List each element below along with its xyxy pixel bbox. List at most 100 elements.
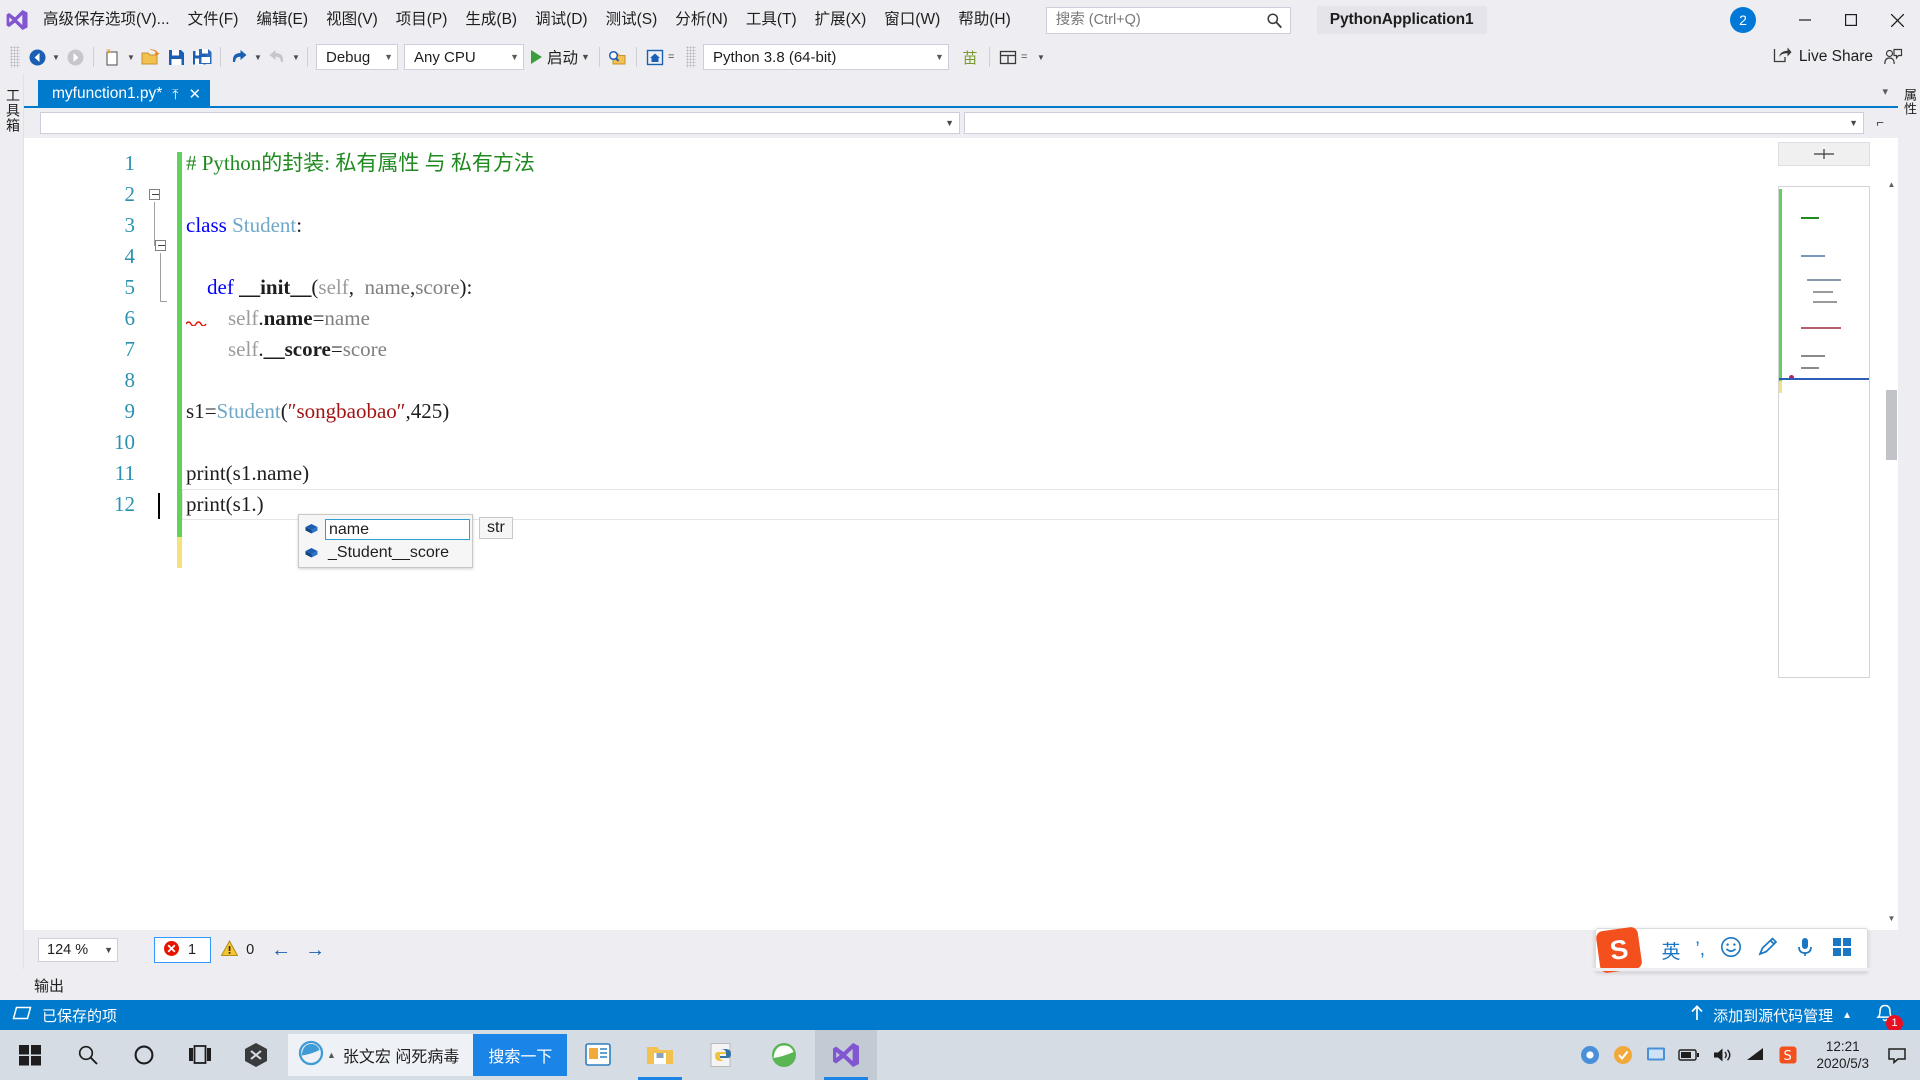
minimap-header[interactable]: [1778, 142, 1870, 166]
solution-platform-combo[interactable]: Any CPU ▼: [404, 44, 524, 70]
close-button[interactable]: [1874, 0, 1920, 40]
tray-network-icon[interactable]: [1740, 1030, 1770, 1080]
emoji-icon[interactable]: [1720, 936, 1742, 964]
sogou-ime-toolbar[interactable]: S 英 ’,: [1595, 926, 1868, 974]
python-interactive-button[interactable]: 苗: [958, 43, 984, 71]
news-headline[interactable]: 张文宏 闷死病毒: [339, 1043, 473, 1067]
search-input[interactable]: [1046, 7, 1252, 33]
editor-vertical-scrollbar[interactable]: ▲ ▼: [1885, 142, 1898, 930]
navigate-backward-dropdown-icon[interactable]: ▼: [50, 53, 62, 62]
taskbar-clock[interactable]: 12:21 2020/5/3: [1806, 1038, 1879, 1072]
menu-item-build[interactable]: 生成(B): [456, 0, 526, 40]
feedback-button[interactable]: [1880, 43, 1906, 71]
scrollbar-thumb[interactable]: [1886, 390, 1897, 460]
output-splitter[interactable]: [24, 968, 1898, 971]
tray-update-icon[interactable]: [1608, 1030, 1638, 1080]
scroll-down-icon[interactable]: ▼: [1885, 910, 1898, 926]
task-view-icon[interactable]: [172, 1030, 228, 1080]
save-button[interactable]: [163, 43, 189, 71]
news-search-button[interactable]: 搜索一下: [473, 1034, 568, 1076]
code-line[interactable]: [186, 365, 1898, 396]
python-environment-combo[interactable]: Python 3.8 (64-bit) ▼: [702, 44, 949, 70]
navigate-backward-button[interactable]: [24, 43, 50, 71]
home-button[interactable]: [642, 43, 668, 71]
intellisense-item[interactable]: _Student__score: [299, 541, 472, 565]
toolbar-overflow-icon[interactable]: ▼: [1035, 53, 1047, 62]
add-to-source-control-button[interactable]: 添加到源代码管理 ▲: [1690, 1005, 1852, 1026]
fold-toggle-class[interactable]: [149, 189, 160, 200]
undo-dropdown-icon[interactable]: ▼: [252, 53, 264, 62]
code-line[interactable]: class Student:: [186, 210, 1898, 241]
solution-configuration-combo[interactable]: Debug ▼: [316, 44, 398, 70]
news-expand-icon[interactable]: ▲: [324, 1050, 339, 1060]
ime-punctuation-toggle[interactable]: ’,: [1696, 939, 1706, 961]
tab-myfunction1[interactable]: myfunction1.py* ⤒ ✕: [38, 80, 211, 108]
split-view-icon[interactable]: ⌐: [1876, 115, 1884, 130]
menu-item-window[interactable]: 窗口(W): [875, 0, 949, 40]
ime-language-mode[interactable]: 英: [1661, 937, 1680, 964]
notifications-button[interactable]: 1: [1876, 1004, 1903, 1032]
menu-item-view[interactable]: 视图(V): [317, 0, 387, 40]
layout-window-button[interactable]: [995, 43, 1021, 71]
voice-input-icon[interactable]: [1794, 936, 1816, 964]
attach-to-process-button[interactable]: [605, 43, 631, 71]
code-line[interactable]: self.name=name: [186, 303, 1898, 334]
news-widget[interactable]: ▲ 张文宏 闷死病毒 搜索一下: [288, 1034, 568, 1076]
tray-chrome-icon[interactable]: [1575, 1030, 1605, 1080]
taskbar-search-icon[interactable]: [60, 1030, 116, 1080]
menu-item-help[interactable]: 帮助(H): [949, 0, 1020, 40]
properties-dock[interactable]: 属性: [1898, 74, 1920, 969]
pin-icon[interactable]: ⤒: [172, 86, 178, 103]
taskbar-app-visual-studio[interactable]: [815, 1030, 878, 1080]
menu-item-tools[interactable]: 工具(T): [737, 0, 806, 40]
navbar-member-dropdown[interactable]: ▼: [964, 112, 1864, 134]
toolbar-grip[interactable]: [10, 46, 20, 68]
menu-item-edit[interactable]: 编辑(E): [247, 0, 317, 40]
start-button[interactable]: [0, 1030, 60, 1080]
open-file-button[interactable]: [137, 43, 163, 71]
chevron-up-icon[interactable]: ▲: [1842, 1010, 1852, 1021]
code-folding-column[interactable]: [149, 148, 177, 908]
minimap[interactable]: [1778, 186, 1870, 678]
handwriting-icon[interactable]: [1757, 936, 1779, 964]
code-line[interactable]: [186, 427, 1898, 458]
tray-sogou-icon[interactable]: S: [1773, 1030, 1803, 1080]
warning-count-box[interactable]: 0: [211, 937, 264, 963]
redo-button[interactable]: [264, 43, 290, 71]
code-text-area[interactable]: # Python的封装: 私有属性 与 私有方法 class Student: …: [186, 148, 1898, 520]
menu-item-project[interactable]: 项目(P): [387, 0, 457, 40]
code-line[interactable]: self.__score=score: [186, 334, 1898, 365]
taskbar-app-powerpoint[interactable]: [567, 1030, 629, 1080]
taskbar-app-file-explorer[interactable]: [629, 1030, 691, 1080]
undo-button[interactable]: [226, 43, 252, 71]
ime-menu-icon[interactable]: [1831, 936, 1853, 964]
code-line[interactable]: s1=Student(″songbaobao″,425): [186, 396, 1898, 427]
navbar-type-dropdown[interactable]: ▼: [40, 112, 960, 134]
tray-screen-icon[interactable]: [1641, 1030, 1671, 1080]
maximize-button[interactable]: [1828, 0, 1874, 40]
live-share-button[interactable]: Live Share: [1766, 43, 1880, 71]
menu-item-advanced-save[interactable]: 高级保存选项(V)...: [34, 0, 179, 40]
navigate-forward-button[interactable]: [62, 43, 88, 71]
error-next-button[interactable]: →: [298, 939, 332, 962]
quick-search-box[interactable]: [1045, 6, 1291, 34]
code-line[interactable]: [186, 241, 1898, 272]
menu-item-extensions[interactable]: 扩展(X): [806, 0, 876, 40]
menu-item-analyze[interactable]: 分析(N): [666, 0, 737, 40]
sogou-logo-icon[interactable]: S: [1595, 926, 1644, 974]
save-all-button[interactable]: [189, 43, 215, 71]
fold-toggle-init[interactable]: [155, 240, 166, 251]
error-prev-button[interactable]: ←: [264, 939, 298, 962]
code-line[interactable]: def __init__(self, name,score):: [186, 272, 1898, 303]
account-avatar[interactable]: 2: [1730, 7, 1756, 33]
tray-battery-icon[interactable]: [1674, 1030, 1704, 1080]
minimize-button[interactable]: [1782, 0, 1828, 40]
toolbox-dock[interactable]: 工具箱: [0, 74, 24, 969]
new-file-button[interactable]: [99, 43, 125, 71]
code-line[interactable]: [186, 179, 1898, 210]
scroll-up-icon[interactable]: ▲: [1885, 176, 1898, 192]
output-pane-label[interactable]: 输出: [34, 975, 64, 996]
action-center-icon[interactable]: [1882, 1030, 1912, 1080]
cortana-icon[interactable]: [116, 1030, 172, 1080]
zoom-level-combo[interactable]: 124 % ▼: [38, 938, 118, 962]
